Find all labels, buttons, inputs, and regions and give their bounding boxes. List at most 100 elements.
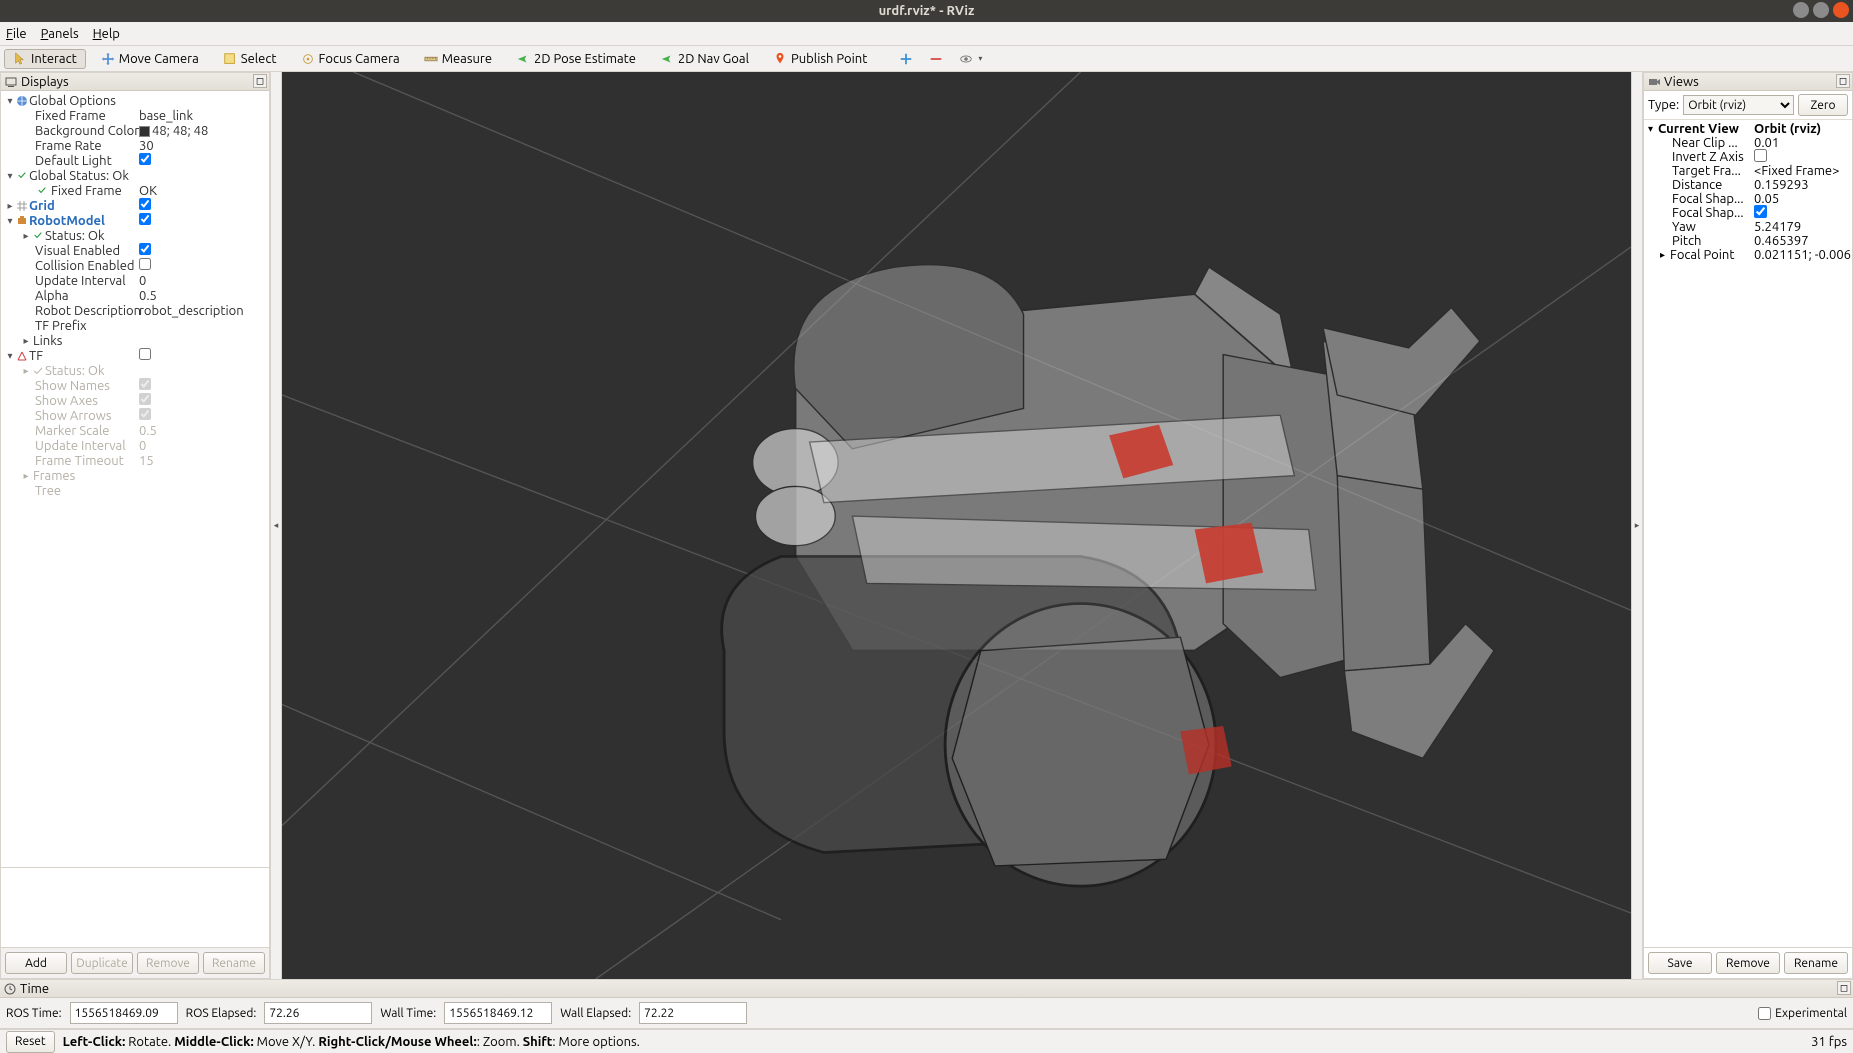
tree-fixed-frame-ok[interactable]: Fixed Frame <box>51 184 122 198</box>
views-near-clip[interactable]: Near Clip ... <box>1672 136 1738 150</box>
tool-2d-nav-goal[interactable]: 2D Nav Goal <box>651 49 758 69</box>
tool-interact-label: Interact <box>31 52 77 66</box>
views-distance-value[interactable]: 0.159293 <box>1754 178 1809 192</box>
tool-select[interactable]: Select <box>214 49 286 69</box>
experimental-checkbox[interactable] <box>1758 1007 1771 1020</box>
views-invert-z-checkbox[interactable] <box>1754 149 1767 162</box>
time-panel-undock[interactable]: ◻ <box>1837 981 1851 995</box>
3d-viewport[interactable] <box>282 72 1631 979</box>
tree-global-options[interactable]: Global Options <box>29 94 116 108</box>
window-minimize-button[interactable] <box>1793 2 1809 18</box>
tree-fixed-frame[interactable]: Fixed Frame <box>35 109 106 123</box>
tree-frame-rate[interactable]: Frame Rate <box>35 139 102 153</box>
tree-robot-description[interactable]: Robot Description <box>35 304 141 318</box>
tree-fixed-frame-ok-value: OK <box>139 184 157 198</box>
tree-links[interactable]: Links <box>33 334 62 348</box>
ros-time-field[interactable] <box>70 1002 178 1024</box>
splitter-right[interactable]: ▸ <box>1631 72 1643 979</box>
views-focal-point[interactable]: Focal Point <box>1670 248 1734 262</box>
tree-alpha[interactable]: Alpha <box>35 289 69 303</box>
reset-button[interactable]: Reset <box>6 1031 55 1053</box>
tool-focus-camera[interactable]: Focus Camera <box>292 49 409 69</box>
displays-panel-header[interactable]: Displays ◻ <box>1 73 269 91</box>
tree-robot-description-value[interactable]: robot_description <box>139 304 244 318</box>
add-button[interactable]: Add <box>5 952 67 974</box>
wall-time-field[interactable] <box>444 1002 552 1024</box>
tool-remove[interactable] <box>924 49 948 69</box>
views-focal-shape-fixed[interactable]: Focal Shap... <box>1672 206 1744 220</box>
menu-file[interactable]: File <box>6 27 27 41</box>
tool-visibility-dropdown[interactable]: ▾ <box>954 49 987 69</box>
tree-frame-timeout-value: 15 <box>139 454 154 468</box>
menu-panels[interactable]: Panels <box>41 27 79 41</box>
rename-button[interactable]: Rename <box>203 952 265 974</box>
tree-alpha-value[interactable]: 0.5 <box>139 289 157 303</box>
duplicate-button[interactable]: Duplicate <box>71 952 133 974</box>
tool-add[interactable] <box>894 49 918 69</box>
tree-grid-checkbox[interactable] <box>139 198 151 210</box>
views-pitch[interactable]: Pitch <box>1672 234 1701 248</box>
views-focal-point-value[interactable]: 0.021151; -0.006... <box>1754 248 1852 262</box>
wall-elapsed-field[interactable] <box>639 1002 747 1024</box>
tree-tf-checkbox[interactable] <box>139 348 151 360</box>
check-icon: ✓ <box>31 230 45 242</box>
tree-bg-color-value[interactable]: 48; 48; 48 <box>139 124 208 138</box>
views-pitch-value[interactable]: 0.465397 <box>1754 234 1809 248</box>
tree-global-status[interactable]: Global Status: Ok <box>29 169 129 183</box>
views-rename-button[interactable]: Rename <box>1784 952 1848 974</box>
tool-2d-pose-estimate[interactable]: 2D Pose Estimate <box>507 49 645 69</box>
views-current-view[interactable]: Current View <box>1658 122 1739 136</box>
views-invert-z[interactable]: Invert Z Axis <box>1672 150 1744 164</box>
tree-visual-enabled-checkbox[interactable] <box>139 243 151 255</box>
views-panel-header[interactable]: Views ◻ <box>1644 73 1852 91</box>
menu-help[interactable]: Help <box>93 27 120 41</box>
window-maximize-button[interactable] <box>1813 2 1829 18</box>
views-type-select[interactable]: Orbit (rviz) <box>1683 95 1794 115</box>
ros-elapsed-field[interactable] <box>264 1002 372 1024</box>
tree-fixed-frame-value[interactable]: base_link <box>139 109 193 123</box>
displays-icon <box>5 76 17 88</box>
tree-collision-enabled-checkbox[interactable] <box>139 258 151 270</box>
views-focal-shape-fixed-checkbox[interactable] <box>1754 205 1767 218</box>
tree-bg-color[interactable]: Background Color <box>35 124 139 138</box>
views-yaw[interactable]: Yaw <box>1672 220 1696 234</box>
tool-interact[interactable]: Interact <box>4 49 86 69</box>
tree-visual-enabled[interactable]: Visual Enabled <box>35 244 120 258</box>
tree-default-light[interactable]: Default Light <box>35 154 112 168</box>
views-panel-undock[interactable]: ◻ <box>1836 74 1850 88</box>
views-near-clip-value[interactable]: 0.01 <box>1754 136 1779 150</box>
displays-tree[interactable]: ▾Global Options Fixed Framebase_link Bac… <box>1 91 269 867</box>
views-zero-button[interactable]: Zero <box>1798 94 1848 116</box>
views-focal-shape-size-value[interactable]: 0.05 <box>1754 192 1779 206</box>
tree-update-interval-value[interactable]: 0 <box>139 274 146 288</box>
splitter-left[interactable]: ◂ <box>270 72 282 979</box>
tree-show-names-checkbox <box>139 378 151 390</box>
displays-panel-undock[interactable]: ◻ <box>253 74 267 88</box>
views-distance[interactable]: Distance <box>1672 178 1722 192</box>
remove-button[interactable]: Remove <box>137 952 199 974</box>
tree-grid[interactable]: Grid <box>29 199 55 213</box>
tree-robot-model[interactable]: RobotModel <box>29 214 105 228</box>
tree-tf[interactable]: TF <box>29 349 43 363</box>
views-save-button[interactable]: Save <box>1648 952 1712 974</box>
views-focal-shape-size[interactable]: Focal Shap... <box>1672 192 1744 206</box>
tool-move-camera[interactable]: Move Camera <box>92 49 208 69</box>
tree-update-interval[interactable]: Update Interval <box>35 274 126 288</box>
views-yaw-value[interactable]: 5.24179 <box>1754 220 1801 234</box>
tree-default-light-checkbox[interactable] <box>139 153 151 165</box>
views-tree[interactable]: ▾Current ViewOrbit (rviz) Near Clip ...0… <box>1644 120 1852 947</box>
tree-status-ok[interactable]: Status: Ok <box>45 229 105 243</box>
pin-icon <box>773 52 787 66</box>
tool-publish-point[interactable]: Publish Point <box>764 49 876 69</box>
views-remove-button[interactable]: Remove <box>1716 952 1780 974</box>
tree-frame-rate-value[interactable]: 30 <box>139 139 154 153</box>
views-target-frame-value[interactable]: <Fixed Frame> <box>1754 164 1839 178</box>
window-close-button[interactable] <box>1833 2 1849 18</box>
tree-collision-enabled[interactable]: Collision Enabled <box>35 259 135 273</box>
time-panel-header[interactable]: Time ◻ <box>0 980 1853 998</box>
title-bar: urdf.rviz* - RViz <box>0 0 1853 22</box>
tool-measure[interactable]: Measure <box>415 49 501 69</box>
tree-tf-prefix[interactable]: TF Prefix <box>35 319 87 333</box>
views-target-frame[interactable]: Target Fra... <box>1672 164 1741 178</box>
tree-robot-model-checkbox[interactable] <box>139 213 151 225</box>
